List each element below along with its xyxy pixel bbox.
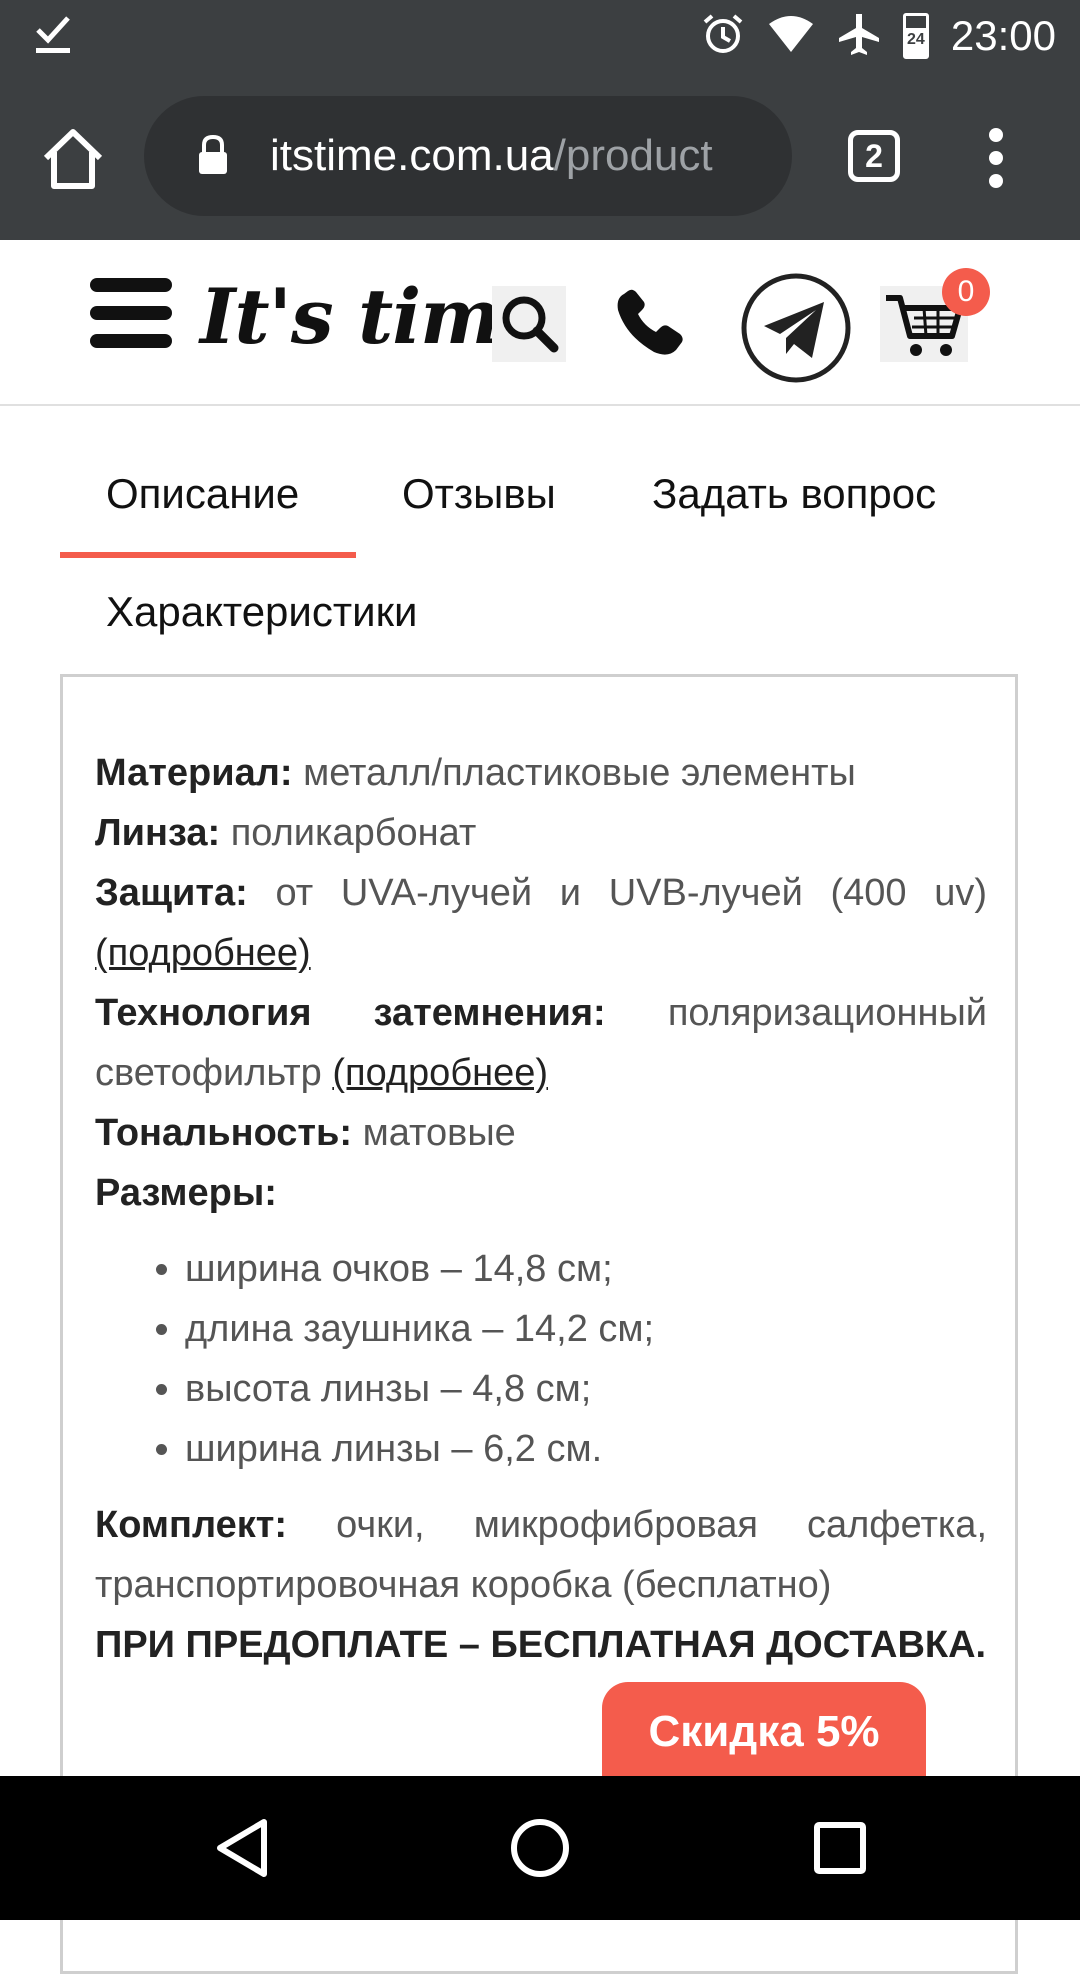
system-navigation-bar <box>0 1776 1080 1920</box>
menu-hamburger-button[interactable] <box>90 278 172 350</box>
dot-icon <box>989 128 1003 142</box>
technology-more-link[interactable]: (подробнее) <box>332 1052 548 1094</box>
back-triangle-icon <box>217 1819 267 1877</box>
description-content: Материал: металл/пластиковые элементы Ли… <box>95 743 987 1675</box>
sizes-list: ширина очков – 14,8 см; длина заушника –… <box>95 1239 987 1479</box>
spec-sizes-label: Размеры: <box>95 1172 277 1214</box>
battery-icon: 24 <box>902 13 929 59</box>
list-item: высота линзы – 4,8 см; <box>185 1359 987 1419</box>
home-circle-icon <box>511 1819 569 1877</box>
hamburger-bar <box>90 334 172 348</box>
url-path: /product <box>553 131 713 180</box>
home-icon <box>43 129 103 189</box>
hamburger-bar <box>90 306 172 320</box>
hamburger-bar <box>90 278 172 292</box>
download-done-icon <box>34 12 74 61</box>
spec-lens: Линза: поликарбонат <box>95 812 477 854</box>
list-item: ширина очков – 14,8 см; <box>185 1239 987 1299</box>
alarm-icon <box>701 12 745 61</box>
spec-kit: Комплект: очки, микрофибровая салфетка, … <box>95 1504 987 1606</box>
telegram-button[interactable] <box>740 272 852 384</box>
status-bar: 24 23:00 <box>0 0 1080 72</box>
url-domain: itstime.com.ua <box>270 131 554 180</box>
list-item: ширина линзы – 6,2 см. <box>185 1419 987 1479</box>
delivery-note: ПРИ ПРЕДОПЛАТЕ – БЕСПЛАТНАЯ ДОСТАВКА. <box>95 1624 987 1666</box>
active-tab-indicator <box>60 552 356 558</box>
home-nav-button[interactable] <box>508 1816 572 1885</box>
protection-more-link[interactable]: (подробнее) <box>95 932 311 974</box>
tab-ask-question[interactable]: Задать вопрос <box>652 470 936 518</box>
lock-icon <box>196 134 230 181</box>
spec-protection: Защита: от UVA-лучей и UVB-лучей (400 uv… <box>95 872 988 974</box>
tab-description[interactable]: Описание <box>106 470 299 518</box>
telegram-icon <box>741 273 851 383</box>
cart-count-badge: 0 <box>942 268 990 316</box>
spec-tone: Тональность: матовые <box>95 1112 516 1154</box>
recents-square-icon <box>814 1822 866 1874</box>
search-icon <box>502 296 559 353</box>
phone-icon <box>617 289 683 355</box>
list-item: длина заушника – 14,2 см; <box>185 1299 987 1359</box>
home-button[interactable] <box>38 124 108 194</box>
tab-reviews[interactable]: Отзывы <box>402 470 556 518</box>
url-text: itstime.com.ua/product <box>270 126 770 186</box>
airplane-mode-icon <box>837 12 881 61</box>
status-time: 23:00 <box>950 12 1056 59</box>
back-button[interactable] <box>212 1816 272 1885</box>
wifi-icon <box>767 14 815 59</box>
site-header: It's time 0 <box>0 240 1080 406</box>
dot-icon <box>989 174 1003 188</box>
tab-switcher-button[interactable]: 2 <box>848 130 900 182</box>
tab-specifications[interactable]: Характеристики <box>106 588 417 636</box>
url-bar[interactable]: itstime.com.ua/product <box>144 96 792 216</box>
browser-toolbar: itstime.com.ua/product 2 <box>0 72 1080 240</box>
search-button[interactable] <box>492 286 566 362</box>
spec-technology: Технология затемнения: поляризационный с… <box>95 992 987 1094</box>
recents-button[interactable] <box>812 1820 868 1881</box>
phone-button[interactable] <box>610 288 692 362</box>
spec-material: Материал: металл/пластиковые элементы <box>95 752 856 794</box>
more-options-button[interactable] <box>984 128 1008 188</box>
dot-icon <box>989 151 1003 165</box>
